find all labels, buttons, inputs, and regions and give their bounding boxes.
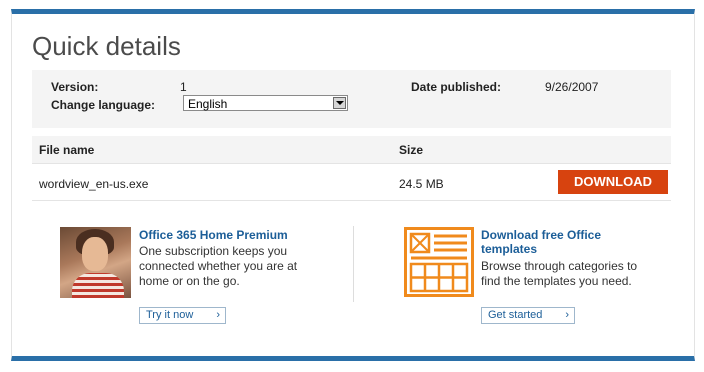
chevron-right-icon: › <box>216 309 220 321</box>
page-title: Quick details <box>32 31 181 61</box>
date-published-value: 9/26/2007 <box>545 80 599 94</box>
templates-promo-text-2: find the templates you need. <box>481 274 632 288</box>
office-365-promo-text-3: home or on the go. <box>139 274 240 288</box>
column-header-file-name: File name <box>39 143 95 157</box>
get-started-label: Get started <box>488 309 543 321</box>
language-select[interactable]: English <box>183 95 348 111</box>
file-table-header: File name Size <box>32 136 671 164</box>
change-language-label: Change language: <box>51 98 156 112</box>
striped-shirt <box>72 273 124 298</box>
office-365-promo-image[interactable] <box>60 227 131 298</box>
office-365-promo-title[interactable]: Office 365 Home Premium <box>139 228 288 242</box>
try-it-now-label: Try it now <box>146 309 194 321</box>
file-name: wordview_en-us.exe <box>39 177 149 191</box>
try-it-now-button[interactable]: Try it now › <box>139 307 226 324</box>
templates-promo-title-2[interactable]: templates <box>481 242 537 256</box>
chevron-right-icon: › <box>565 309 569 321</box>
templates-promo-text-1: Browse through categories to <box>481 259 638 273</box>
column-header-size: Size <box>399 143 424 157</box>
download-button[interactable]: DOWNLOAD <box>558 170 668 194</box>
templates-promo-title-1[interactable]: Download free Office <box>481 228 601 242</box>
date-published-label: Date published: <box>411 80 502 94</box>
promo-divider <box>353 226 354 302</box>
file-size: 24.5 MB <box>399 177 444 191</box>
quick-details-panel: Quick details Version: 1 Date published:… <box>11 9 695 361</box>
chevron-down-icon[interactable] <box>333 97 346 109</box>
office-365-promo-text-1: One subscription keeps you <box>139 244 288 258</box>
details-section: Version: 1 Date published: 9/26/2007 Cha… <box>32 70 671 128</box>
template-icon[interactable] <box>404 227 474 297</box>
office-365-promo-text-2: connected whether you are at <box>139 259 298 273</box>
person-face <box>82 237 108 271</box>
get-started-button[interactable]: Get started › <box>481 307 575 324</box>
table-row: wordview_en-us.exe 24.5 MB DOWNLOAD <box>32 164 671 201</box>
language-select-value: English <box>188 97 228 111</box>
version-value: 1 <box>180 80 187 94</box>
version-label: Version: <box>51 80 99 94</box>
